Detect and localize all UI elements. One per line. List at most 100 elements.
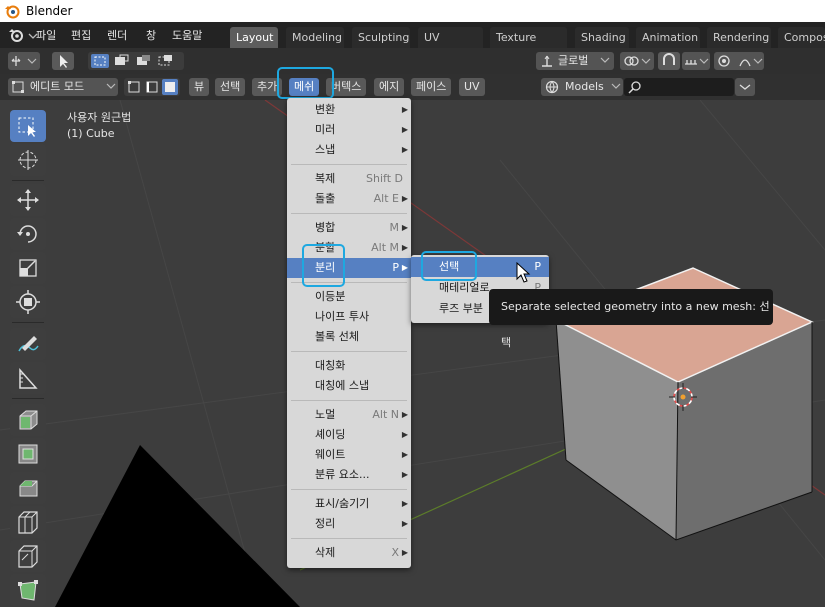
tab-rendering[interactable]: Rendering <box>707 27 771 48</box>
selection-item-highlight-ring <box>421 251 477 281</box>
tooltip: Separate selected geometry into a new me… <box>489 289 773 349</box>
menu-select[interactable]: 선택 <box>215 78 246 96</box>
mesh-menu: 변환 ▶ 미러 ▶ 스냅 ▶ 복제 Shift D 돌출 Alt E ▶ 병합 M ▶ 분할 Al… <box>287 98 411 568</box>
tab-layout[interactable]: Layout <box>230 27 278 48</box>
search-icon <box>628 81 641 94</box>
rotate-tool[interactable] <box>10 218 46 250</box>
knife-tool[interactable] <box>10 540 46 572</box>
menu-face[interactable]: 페이스 <box>411 78 452 96</box>
chevron-right-icon: ▶ <box>401 223 408 232</box>
chevron-right-icon: ▶ <box>401 519 408 528</box>
view-name-label: 사용자 원근법 <box>67 111 132 124</box>
chevron-right-icon: ▶ <box>401 145 408 154</box>
mesh-menu-item-weights[interactable]: 웨이트 ▶ <box>287 445 411 465</box>
collection-label: Models <box>565 80 604 93</box>
toolbar-separator <box>12 322 44 323</box>
mesh-menu-item-snap-to-symmetry[interactable]: 대칭에 스냅 <box>287 376 411 396</box>
object-name-label: (1) Cube <box>67 127 115 140</box>
measure-tool[interactable] <box>10 362 46 394</box>
snap-toggle[interactable] <box>658 52 680 70</box>
tab-shading[interactable]: Shading <box>575 27 629 48</box>
tab-compositing[interactable]: Composit <box>778 27 825 48</box>
inset-tool[interactable] <box>10 438 46 470</box>
viewport-tool-header: 글로벌 <box>0 48 825 74</box>
menu-render[interactable]: 렌더 <box>107 27 127 43</box>
proportional-edit-group[interactable] <box>714 52 764 70</box>
mesh-menu-item-convex-hull[interactable]: 볼록 선체 <box>287 327 411 347</box>
mesh-menu-item-shading[interactable]: 셰이딩 ▶ <box>287 425 411 445</box>
chevron-right-icon: ▶ <box>401 548 408 557</box>
mesh-menu-item-delete[interactable]: 삭제 X ▶ <box>287 543 411 563</box>
tab-modeling[interactable]: Modeling <box>286 27 344 48</box>
menu-separator <box>291 538 407 539</box>
mesh-menu-item-extrude[interactable]: 돌출 Alt E ▶ <box>287 189 411 209</box>
top-bar: 파일 편집 렌더 창 도움말 Layout Modeling Sculpting… <box>0 22 825 65</box>
orientation-icon <box>542 55 552 67</box>
mesh-menu-item-bisect[interactable]: 이등분 <box>287 287 411 307</box>
loop-cut-tool[interactable] <box>10 506 46 538</box>
transform-tool[interactable] <box>10 286 46 318</box>
menu-file[interactable]: 파일 <box>36 27 56 43</box>
menu-edge[interactable]: 에지 <box>374 78 405 96</box>
menu-separator <box>291 164 407 165</box>
mesh-menu-item-merge[interactable]: 병합 M ▶ <box>287 218 411 238</box>
menu-view[interactable]: 뷰 <box>189 78 210 96</box>
move-tool[interactable] <box>10 184 46 216</box>
collection-dropdown[interactable]: Models <box>541 78 623 96</box>
pivot-point-dropdown[interactable] <box>620 52 654 70</box>
mesh-menu-item-normals[interactable]: 노멀 Alt N ▶ <box>287 405 411 425</box>
bevel-tool[interactable] <box>10 472 46 504</box>
mode-dropdown[interactable]: 에디트 모드 <box>8 78 118 96</box>
search-input[interactable] <box>624 78 734 96</box>
tool-shelf <box>6 106 52 607</box>
menu-separator <box>291 400 407 401</box>
chevron-right-icon: ▶ <box>401 194 408 203</box>
chevron-right-icon: ▶ <box>401 105 408 114</box>
mesh-menu-item-transform[interactable]: 변환 ▶ <box>287 100 411 120</box>
menu-help[interactable]: 도움말 <box>172 27 202 43</box>
mesh-menu-item-clean-up[interactable]: 정리 ▶ <box>287 514 411 534</box>
viewport-scene <box>0 100 825 607</box>
3d-viewport[interactable]: 사용자 원근법 (1) Cube <box>0 100 825 607</box>
blender-menu-icon[interactable] <box>8 27 38 43</box>
mesh-menu-item-symmetrize[interactable]: 대칭화 <box>287 356 411 376</box>
mesh-menu-item-snap[interactable]: 스냅 ▶ <box>287 140 411 160</box>
select-tool-button[interactable] <box>52 52 74 70</box>
tab-sculpting[interactable]: Sculpting <box>352 27 410 48</box>
dark-object <box>55 445 300 607</box>
menu-separator <box>291 213 407 214</box>
mesh-menu-item-show-hide[interactable]: 표시/숨기기 ▶ <box>287 494 411 514</box>
transform-orientation-dropdown[interactable]: 글로벌 <box>536 52 614 70</box>
annotate-tool[interactable] <box>10 328 46 360</box>
mesh-menu-highlight-ring <box>277 67 334 99</box>
extrude-tool[interactable] <box>10 404 46 436</box>
tab-texture-paint[interactable]: Texture Paint <box>490 27 567 65</box>
mesh-menu-item-mirror[interactable]: 미러 ▶ <box>287 120 411 140</box>
mesh-menu-item-sort-elements[interactable]: 분류 요소... ▶ <box>287 465 411 485</box>
menu-uv[interactable]: UV <box>459 78 485 96</box>
mesh-menu-item-knife-project[interactable]: 나이프 투사 <box>287 307 411 327</box>
snap-target-dropdown[interactable] <box>682 52 710 70</box>
chevron-right-icon: ▶ <box>401 470 408 479</box>
menu-separator <box>291 351 407 352</box>
selection-mode-group[interactable] <box>88 52 184 70</box>
mesh-menu-item-duplicate[interactable]: 복제 Shift D <box>287 169 411 189</box>
viewport-header: 에디트 모드 뷰 선택 추가 메쉬 버텍스 에지 페이스 UV Models <box>0 67 825 100</box>
cursor-tool[interactable] <box>10 144 46 176</box>
poly-build-tool[interactable] <box>10 574 46 606</box>
chevron-right-icon: ▶ <box>401 410 408 419</box>
menu-separator <box>291 489 407 490</box>
edit-mode-icon <box>12 81 24 93</box>
menu-edit[interactable]: 편집 <box>71 27 91 43</box>
filter-dropdown[interactable] <box>735 78 755 96</box>
select-mode-buttons[interactable] <box>124 78 180 96</box>
editor-type-button[interactable] <box>8 52 40 70</box>
tab-animation[interactable]: Animation <box>636 27 700 48</box>
select-box-tool[interactable] <box>10 110 46 142</box>
chevron-right-icon: ▶ <box>401 430 408 439</box>
scale-tool[interactable] <box>10 252 46 284</box>
chevron-right-icon: ▶ <box>401 263 408 272</box>
menu-window[interactable]: 창 <box>146 27 156 43</box>
chevron-right-icon: ▶ <box>401 243 408 252</box>
tab-uv-editing[interactable]: UV Editing <box>418 27 483 65</box>
